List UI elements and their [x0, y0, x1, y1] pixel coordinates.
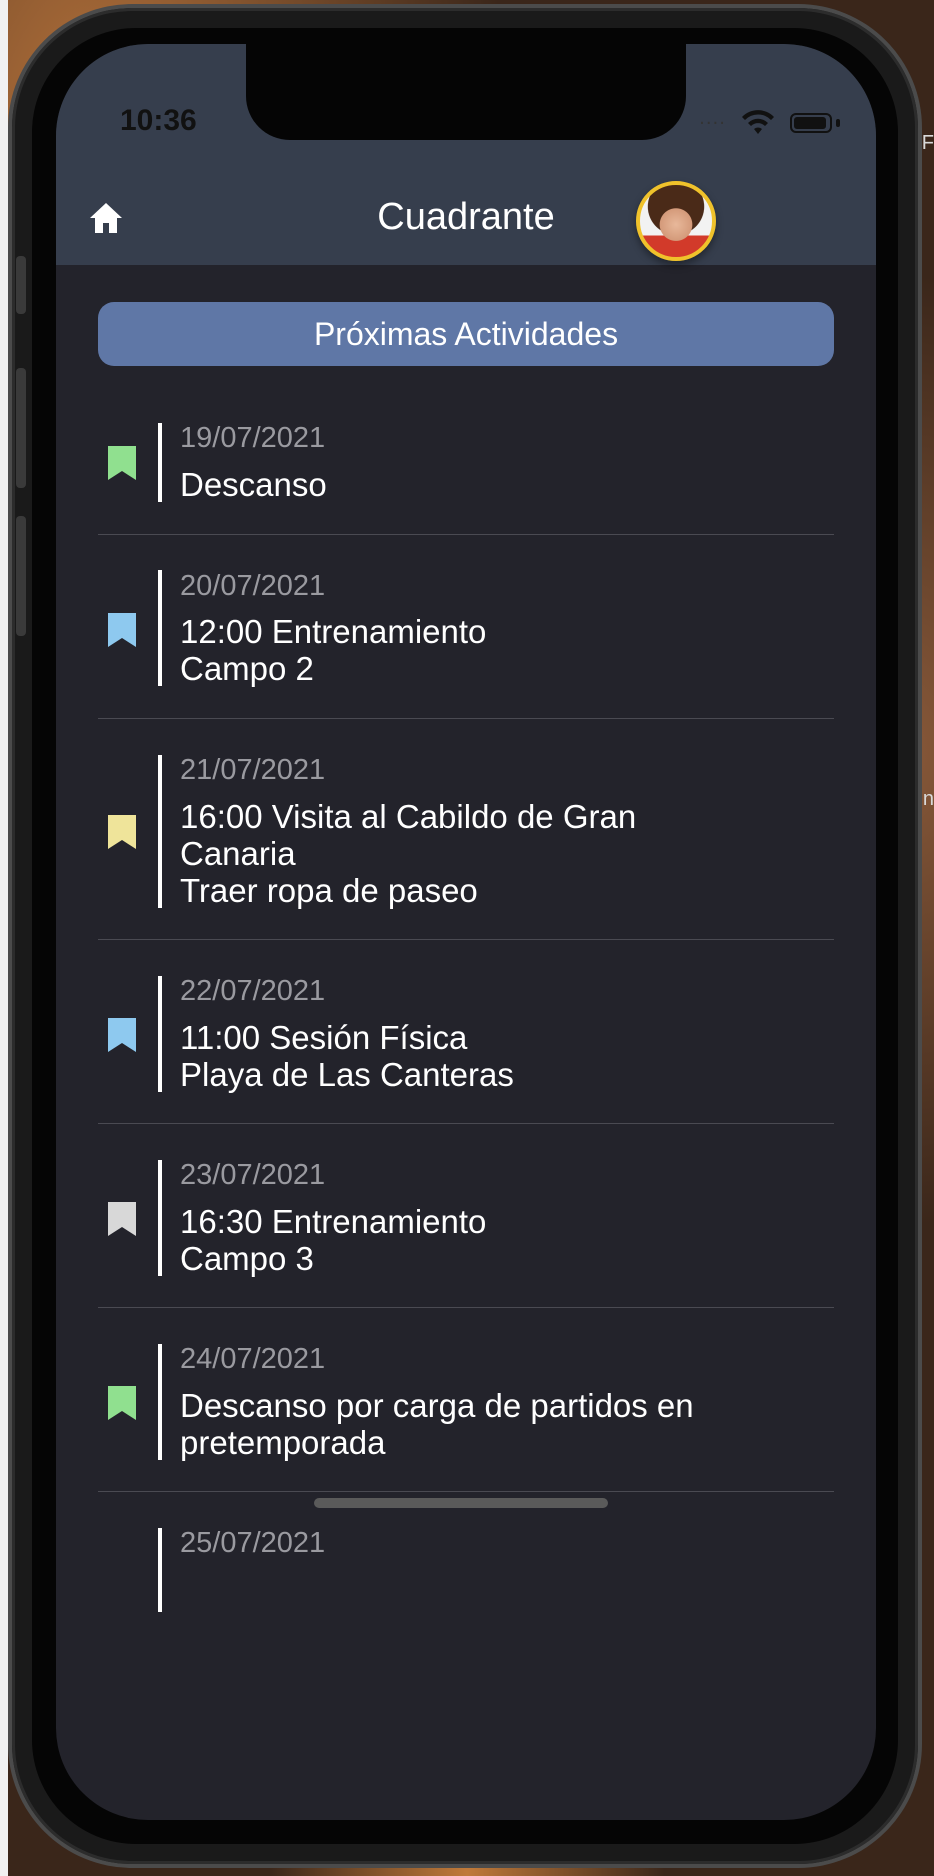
activity-item[interactable]: 20/07/2021 12:00 Entrenamiento Campo 2	[98, 535, 834, 719]
background-text-1: F	[921, 132, 934, 154]
bookmark-icon	[108, 1386, 136, 1420]
activity-item[interactable]: 25/07/2021	[98, 1492, 834, 1612]
activity-text: 12:00 Entrenamiento Campo 2	[180, 613, 487, 687]
upcoming-activities-button[interactable]: Próximas Actividades	[98, 302, 834, 366]
volume-down-button	[16, 516, 26, 636]
bookmark-icon	[108, 613, 136, 647]
background-text-2: n	[922, 788, 934, 810]
volume-up-button	[16, 368, 26, 488]
activity-date: 22/07/2021	[180, 975, 326, 1007]
activity-date: 25/07/2021	[180, 1527, 326, 1559]
timeline-bar	[158, 1528, 162, 1612]
activity-item[interactable]: 24/07/2021 Descanso por carga de partido…	[98, 1308, 834, 1492]
timeline-bar	[158, 423, 162, 502]
timeline-bar	[158, 976, 162, 1092]
timeline-bar	[158, 1160, 162, 1276]
activities-list: 19/07/2021 Descanso 20/07/2021 12:00 Ent…	[98, 366, 834, 1612]
activity-item[interactable]: 21/07/2021 16:00 Visita al Cabildo de Gr…	[98, 719, 834, 940]
timeline-bar	[158, 1344, 162, 1460]
bookmark-icon	[108, 1202, 136, 1236]
activity-date: 23/07/2021	[180, 1159, 326, 1191]
app-screen: 10:36 ···· Cuadrante Próximas Actividade…	[56, 44, 876, 1820]
bookmark-icon	[108, 815, 136, 849]
device-notch	[246, 44, 686, 140]
activity-date: 21/07/2021	[180, 754, 326, 786]
cellular-signal-icon: ····	[699, 112, 726, 134]
activity-text: Descanso por carga de partidos en pretem…	[180, 1387, 694, 1461]
activity-text: 16:00 Visita al Cabildo de Gran Canaria …	[180, 798, 637, 909]
activity-date: 20/07/2021	[180, 570, 326, 602]
bookmark-icon	[108, 1018, 136, 1052]
timeline-bar	[158, 755, 162, 908]
battery-cap	[836, 119, 840, 127]
activity-text: 11:00 Sesión Física Playa de Las Cantera…	[180, 1019, 514, 1093]
window-edge	[0, 0, 8, 1876]
activity-text: 16:30 Entrenamiento Campo 3	[180, 1203, 487, 1277]
wifi-icon	[742, 110, 774, 134]
status-time: 10:36	[120, 104, 197, 137]
activity-item[interactable]: 23/07/2021 16:30 Entrenamiento Campo 3	[98, 1124, 834, 1308]
activity-date: 24/07/2021	[180, 1343, 326, 1375]
mute-switch	[16, 256, 26, 314]
home-indicator[interactable]	[314, 1498, 608, 1508]
activity-text: Descanso	[180, 466, 327, 503]
activity-item[interactable]: 19/07/2021 Descanso	[98, 366, 834, 535]
page-title: Cuadrante	[377, 196, 555, 238]
activity-date: 19/07/2021	[180, 422, 326, 454]
timeline-bar	[158, 570, 162, 686]
user-avatar[interactable]	[636, 181, 716, 261]
battery-icon	[790, 113, 832, 133]
bookmark-icon	[108, 446, 136, 480]
activity-item[interactable]: 22/07/2021 11:00 Sesión Física Playa de …	[98, 940, 834, 1124]
status-icons: ····	[699, 110, 840, 136]
